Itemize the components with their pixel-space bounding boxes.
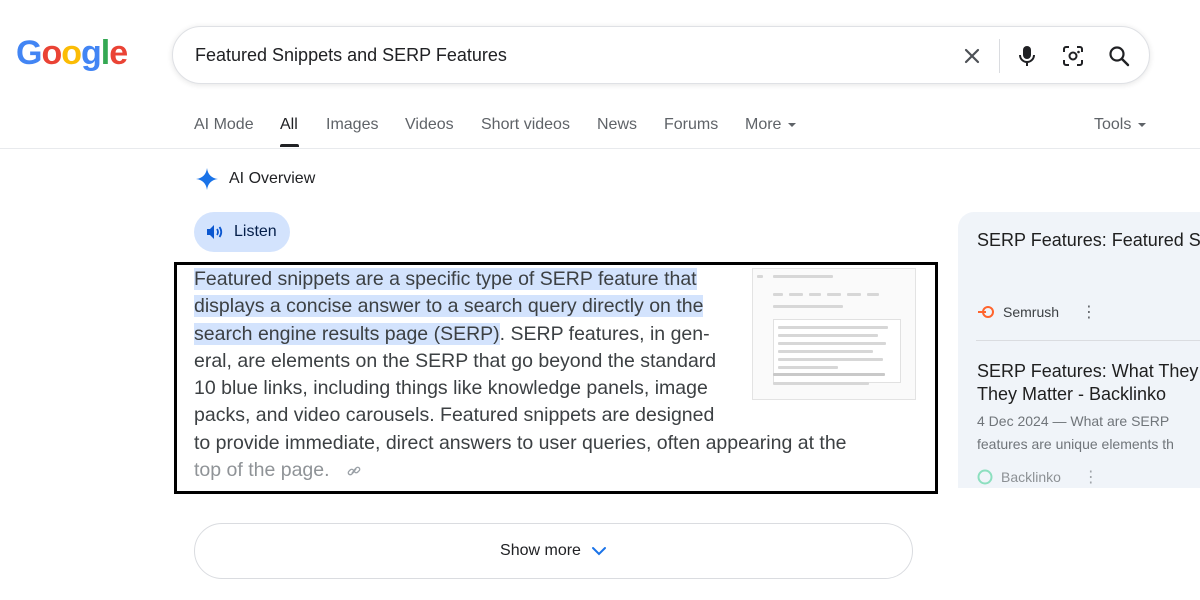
source-divider — [976, 340, 1200, 341]
sparkle-icon — [196, 168, 218, 190]
source-name: Backlinko — [1001, 469, 1061, 485]
tab-more[interactable]: More — [745, 116, 797, 134]
logo-letter: G — [16, 34, 42, 72]
answer-line: displays a concise answer to a search qu… — [194, 295, 704, 318]
speaker-icon — [207, 225, 223, 239]
search-box[interactable]: Featured Snippets and SERP Features — [172, 26, 1150, 84]
listen-label: Listen — [234, 223, 277, 240]
listen-button[interactable]: Listen — [194, 212, 290, 252]
tab-all[interactable]: All — [280, 116, 298, 134]
logo-letter: e — [109, 34, 128, 72]
tools-label: Tools — [1094, 116, 1132, 133]
tab-short-videos[interactable]: Short videos — [481, 116, 570, 134]
search-icon[interactable] — [1105, 42, 1133, 70]
tab-ai-mode[interactable]: AI Mode — [194, 116, 254, 134]
answer-line: search engine results page (SERP) — [194, 322, 500, 345]
source-title[interactable]: SERP Features: Featured S — [977, 229, 1200, 252]
link-icon[interactable] — [347, 466, 361, 476]
microphone-icon[interactable] — [1013, 42, 1041, 70]
caret-down-icon — [1138, 123, 1147, 127]
more-options-icon[interactable]: ⋮ — [1081, 302, 1097, 322]
show-more-button[interactable]: Show more — [194, 523, 913, 579]
header-divider — [0, 148, 1200, 149]
ai-overview-title: AI Overview — [229, 170, 316, 187]
semrush-logo-icon — [978, 306, 994, 318]
logo-letter: l — [100, 34, 111, 72]
more-options-icon[interactable]: ⋮ — [1083, 467, 1099, 487]
tab-more-label: More — [745, 116, 782, 133]
google-logo[interactable]: Google — [16, 34, 128, 73]
source-attribution[interactable]: Backlinko ⋮ — [977, 467, 1099, 487]
caret-down-icon — [788, 123, 797, 127]
logo-letter: g — [81, 34, 102, 72]
ai-overview-header: AI Overview — [195, 167, 315, 191]
source-name: Semrush — [1003, 304, 1060, 320]
answer-line: packs, and video carousels. Featured sni… — [194, 404, 715, 427]
clear-icon[interactable] — [958, 42, 986, 70]
logo-letter: o — [41, 34, 62, 72]
answer-line: to provide immediate, direct answers to … — [194, 431, 847, 454]
search-divider — [999, 39, 1000, 73]
tab-news[interactable]: News — [597, 116, 637, 134]
tab-videos[interactable]: Videos — [405, 116, 454, 134]
lens-icon[interactable] — [1059, 42, 1087, 70]
answer-line: . SERP features, in gen- — [499, 322, 710, 345]
search-input[interactable]: Featured Snippets and SERP Features — [195, 45, 507, 66]
chevron-down-icon — [591, 547, 606, 556]
backlinko-logo-icon — [977, 469, 993, 485]
tools-button[interactable]: Tools — [1094, 116, 1147, 134]
tab-images[interactable]: Images — [326, 116, 378, 134]
source-title[interactable]: They Matter - Backlinko — [977, 383, 1166, 406]
active-tab-indicator — [280, 144, 299, 147]
source-snippet: 4 Dec 2024 — What are SERP — [977, 413, 1170, 429]
tab-forums[interactable]: Forums — [664, 116, 718, 134]
source-attribution[interactable]: Semrush ⋮ — [977, 302, 1097, 322]
answer-line: top of the page. — [194, 459, 330, 482]
source-thumbnail-image[interactable] — [752, 268, 916, 400]
answer-line: Featured snippets are a specific type of… — [194, 268, 697, 290]
source-snippet: features are unique elements th — [977, 436, 1174, 452]
show-more-label: Show more — [500, 542, 581, 559]
source-title[interactable]: SERP Features: What They — [977, 360, 1198, 383]
logo-letter: o — [61, 34, 82, 72]
